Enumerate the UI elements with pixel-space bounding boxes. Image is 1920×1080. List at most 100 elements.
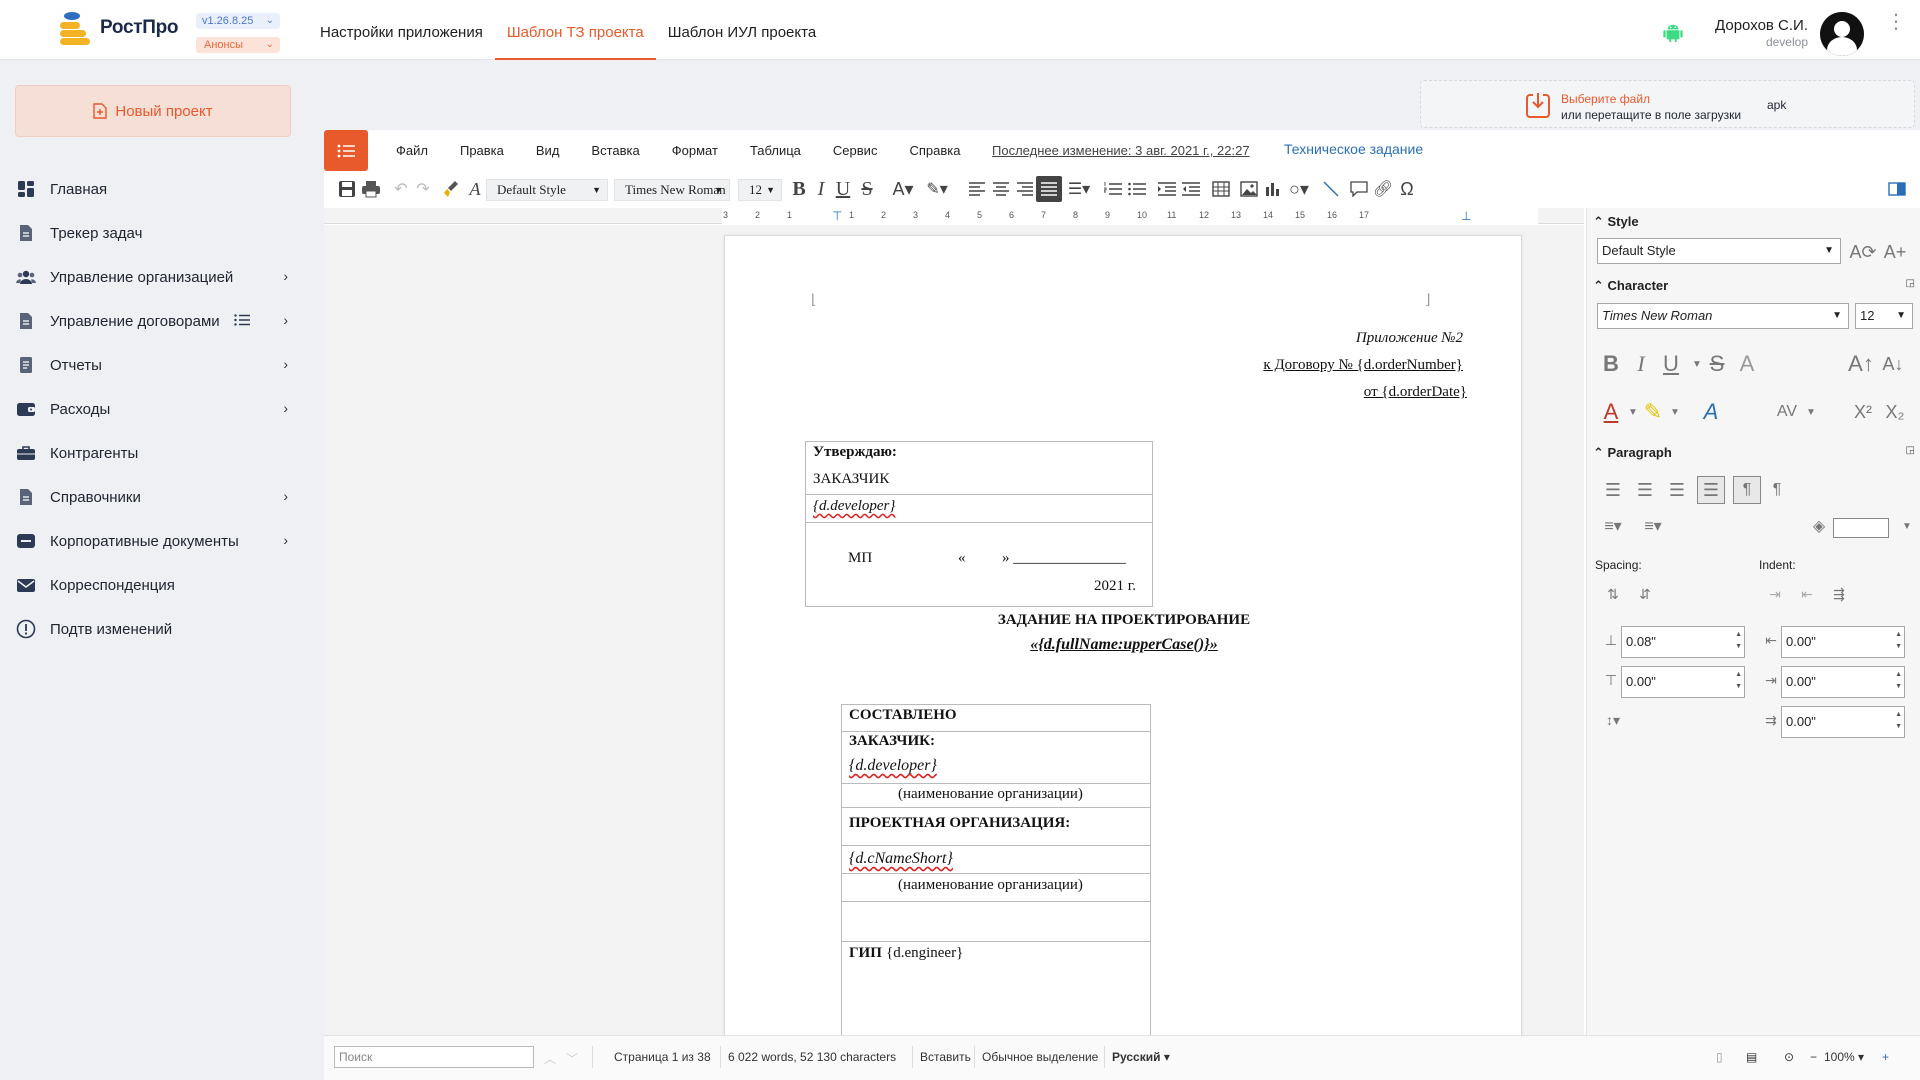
align-left-icon[interactable] — [964, 176, 990, 202]
left-indent-marker-icon[interactable]: ⊤ — [832, 209, 842, 223]
version-dropdown[interactable]: v1.26.8.25 ⌄ — [196, 13, 280, 29]
list-icon[interactable] — [233, 313, 250, 330]
align-right-icon[interactable]: ☰ — [1663, 476, 1691, 504]
space-below-input[interactable]: 0.00" ▲ ▼ — [1621, 666, 1745, 698]
decrease-spacing-icon[interactable]: ⇵ — [1631, 580, 1659, 608]
single-page-view-icon[interactable]: ▯ — [1716, 1050, 1723, 1064]
paragraph-style-select[interactable]: Default Style ▼ — [486, 179, 608, 201]
selection-mode[interactable]: Обычное выделение — [982, 1050, 1098, 1064]
right-indent-marker-icon[interactable]: ⊥ — [1461, 209, 1471, 223]
print-icon[interactable] — [358, 176, 384, 202]
spinner-arrows-icon[interactable]: ▲ ▼ — [1735, 669, 1742, 693]
strikethrough-icon[interactable]: S — [854, 176, 880, 202]
user-name[interactable]: Дорохов С.И. — [1700, 17, 1808, 34]
insert-chart-icon[interactable] — [1260, 176, 1286, 202]
search-next-icon[interactable]: ﹀ — [566, 1050, 578, 1067]
horizontal-ruler[interactable]: 3 2 1 1 2 3 4 5 6 7 8 9 10 11 12 13 14 1… — [324, 208, 1584, 224]
chevron-down-icon[interactable]: ▼ — [1893, 512, 1920, 540]
align-justify-icon[interactable] — [1036, 176, 1062, 202]
insert-comment-icon[interactable] — [1346, 176, 1372, 202]
first-line-indent-input[interactable]: 0.00" ▲ ▼ — [1781, 706, 1905, 738]
hanging-indent-icon[interactable]: ⇶ — [1825, 580, 1853, 608]
paintbrush-icon[interactable] — [438, 176, 464, 202]
spinner-arrows-icon[interactable]: ▲ ▼ — [1735, 629, 1742, 653]
style-section-header[interactable]: ⌃ Style — [1593, 214, 1639, 230]
sidebar-item-org-management[interactable]: Управление организацией › — [0, 255, 308, 299]
indent-increase-icon[interactable] — [1154, 176, 1180, 202]
insert-table-icon[interactable] — [1208, 176, 1234, 202]
app-logo[interactable]: РостПро — [58, 10, 179, 46]
sidebar-item-home[interactable]: Главная — [0, 167, 308, 211]
tab-iul-template[interactable]: Шаблон ИУЛ проекта — [656, 0, 828, 60]
menu-tools[interactable]: Сервис — [817, 143, 894, 158]
page-counter[interactable]: Страница 1 из 38 — [614, 1050, 711, 1064]
search-prev-icon[interactable]: ︿ — [544, 1050, 556, 1067]
avatar[interactable] — [1820, 12, 1864, 56]
tab-app-settings[interactable]: Настройки приложения — [308, 0, 495, 60]
numbered-list-icon[interactable] — [1100, 176, 1126, 202]
chevron-down-icon[interactable]: ▼ — [1661, 398, 1689, 426]
menu-view[interactable]: Вид — [520, 143, 576, 158]
sidebar-size-select[interactable]: 12 ▼ — [1855, 303, 1913, 329]
upload-choose-file[interactable]: Выберите файл — [1561, 92, 1650, 106]
document-page[interactable]: ⌊ ⌋ Приложение №2 к Договору № {d.orderN… — [724, 235, 1522, 1035]
sidebar-toggle-icon[interactable] — [1884, 176, 1910, 202]
rtl-direction-icon[interactable]: ¶ — [1763, 476, 1791, 504]
sidebar-item-reports[interactable]: Отчеты › — [0, 343, 308, 387]
indent-decrease-icon[interactable]: ⇤ — [1793, 580, 1821, 608]
font-family-select[interactable]: Times New Roman ▼ — [614, 179, 730, 201]
underline-icon[interactable]: U — [830, 176, 856, 202]
special-character-icon[interactable]: Ω — [1394, 176, 1420, 202]
character-section-header[interactable]: ⌃ Character ◲ — [1593, 278, 1915, 294]
line-spacing-icon[interactable]: ☰▾ — [1066, 176, 1092, 202]
text-effects-icon[interactable]: A — [1697, 398, 1725, 426]
document-name[interactable]: Техническое задание — [1284, 141, 1423, 157]
redo-icon[interactable]: ↷ — [410, 176, 436, 202]
menu-edit[interactable]: Правка — [444, 143, 520, 158]
indent-after-input[interactable]: 0.00" ▲ ▼ — [1781, 666, 1905, 698]
insert-image-icon[interactable] — [1236, 176, 1262, 202]
sidebar-item-counterparties[interactable]: Контрагенты — [0, 431, 308, 475]
multi-page-view-icon[interactable]: ▤ — [1746, 1050, 1757, 1064]
indent-decrease-icon[interactable] — [1178, 176, 1204, 202]
update-style-icon[interactable]: A⟳ — [1849, 238, 1877, 266]
bullet-list-icon[interactable]: ≡▾ — [1599, 512, 1627, 540]
menu-table[interactable]: Таблица — [734, 143, 817, 158]
zoom-fit-icon[interactable]: ⊙ — [1784, 1050, 1794, 1064]
superscript-icon[interactable]: X² — [1849, 398, 1877, 426]
menu-file[interactable]: Файл — [380, 143, 444, 158]
shrink-font-icon[interactable]: A↓ — [1879, 350, 1907, 378]
chevron-down-icon[interactable]: ▼ — [1797, 398, 1825, 426]
paragraph-background-icon[interactable]: ◈ — [1805, 512, 1833, 540]
menu-insert[interactable]: Вставка — [575, 143, 655, 158]
tab-tz-template[interactable]: Шаблон ТЗ проекта — [494, 0, 656, 60]
font-size-select[interactable]: 12 ▼ — [738, 179, 782, 201]
align-justify-icon[interactable]: ☰ — [1697, 476, 1725, 504]
align-center-icon[interactable]: ☰ — [1631, 476, 1659, 504]
spinner-arrows-icon[interactable]: ▲ ▼ — [1895, 669, 1902, 693]
sidebar-item-references[interactable]: Справочники › — [0, 475, 308, 519]
sidebar-item-contracts[interactable]: Управление договорами › — [0, 299, 308, 343]
document-search-input[interactable]: Поиск — [334, 1046, 534, 1068]
sidebar-item-confirm-changes[interactable]: Подтв изменений — [0, 607, 308, 651]
approval-table[interactable]: Утверждаю: ЗАКАЗЧИК {d.developer} МП « »… — [805, 441, 1153, 607]
last-modified-link[interactable]: Последнее изменение: 3 авг. 2021 г., 22:… — [992, 143, 1250, 158]
grow-font-icon[interactable]: A↑ — [1847, 350, 1875, 378]
align-center-icon[interactable] — [988, 176, 1014, 202]
shadow-icon[interactable]: A — [1733, 350, 1761, 378]
spinner-arrows-icon[interactable]: ▲ ▼ — [1895, 709, 1902, 733]
word-count[interactable]: 6 022 words, 52 130 characters — [728, 1050, 896, 1064]
paragraph-section-header[interactable]: ⌃ Paragraph ◲ — [1593, 445, 1915, 461]
align-right-icon[interactable] — [1012, 176, 1038, 202]
highlight-color-icon[interactable]: ✎▾ — [924, 176, 950, 202]
ltr-direction-icon[interactable]: ¶ — [1733, 476, 1761, 504]
new-project-button[interactable]: Новый проект — [15, 85, 291, 137]
language-select[interactable]: Русский ▾ — [1112, 1050, 1170, 1064]
bold-icon[interactable]: B — [1597, 350, 1625, 378]
italic-icon[interactable]: I — [1627, 350, 1655, 378]
zoom-in-icon[interactable]: + — [1882, 1050, 1889, 1064]
insert-link-icon[interactable]: 🔗︎ — [1370, 176, 1396, 202]
sidebar-item-correspondence[interactable]: Корреспонденция — [0, 563, 308, 607]
editor-menu-button[interactable] — [324, 130, 368, 171]
font-color-icon[interactable]: A▾ — [890, 176, 916, 202]
